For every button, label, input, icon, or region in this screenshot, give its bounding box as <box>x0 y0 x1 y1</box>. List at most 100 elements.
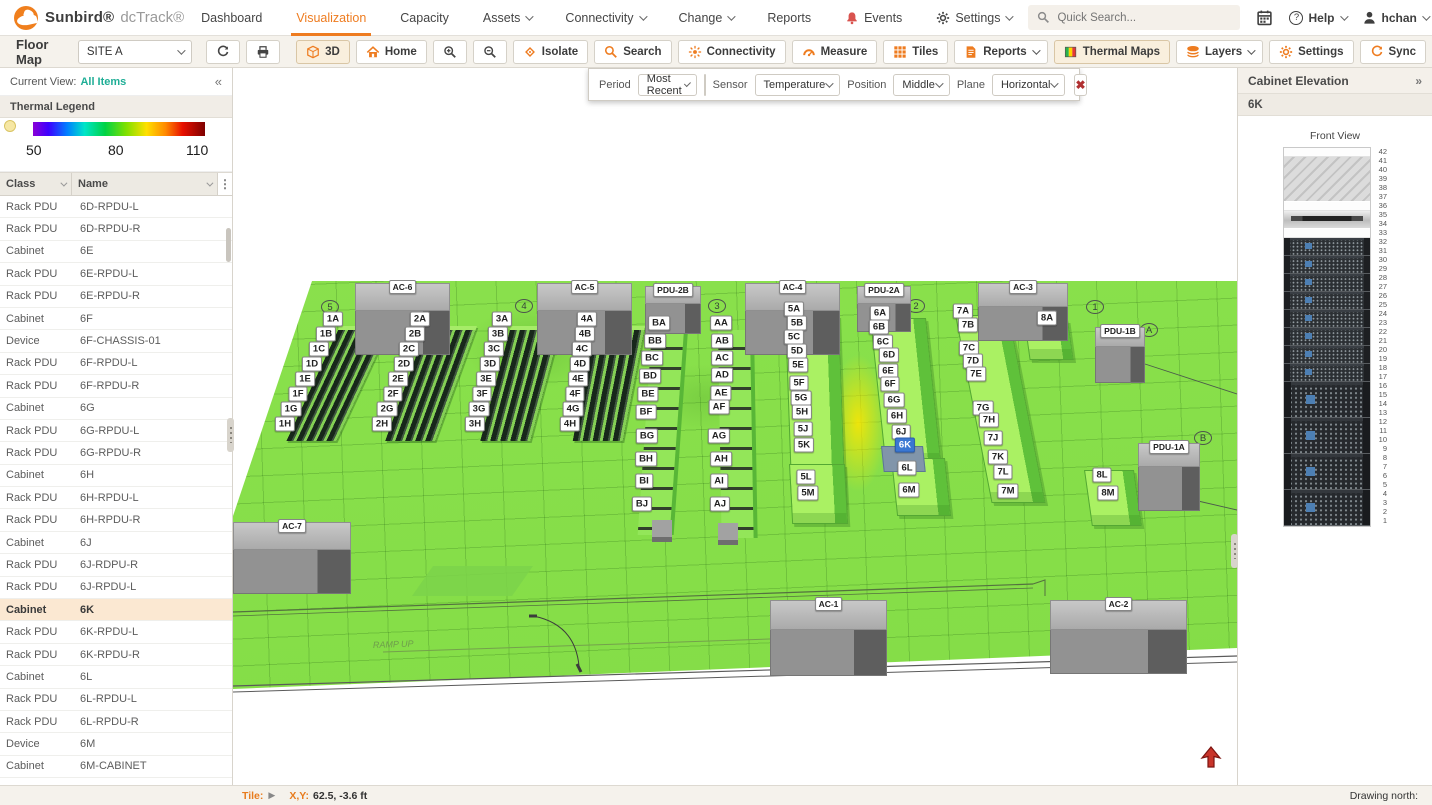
thermal-maps-button[interactable]: Thermal Maps <box>1054 40 1170 64</box>
home-button[interactable]: Home <box>356 40 427 64</box>
collapse-panel-icon[interactable]: » <box>1415 74 1422 88</box>
cabinet-label-6A[interactable]: 6A <box>870 306 890 321</box>
table-row-6G[interactable]: Cabinet6G <box>0 398 232 420</box>
cabinet-label-3H[interactable]: 3H <box>465 417 485 432</box>
refresh-button[interactable] <box>206 40 240 64</box>
cabinet-label-6F[interactable]: 6F <box>880 377 899 392</box>
search-button[interactable]: Search <box>594 40 671 64</box>
cabinet-label-3E[interactable]: 3E <box>476 372 496 387</box>
cabinet-label-3G[interactable]: 3G <box>469 402 490 417</box>
cabinet-label-2A[interactable]: 2A <box>410 312 430 327</box>
table-row-6K-RPDU-L[interactable]: Rack PDU6K-RPDU-L <box>0 621 232 643</box>
cabinet-label-1G[interactable]: 1G <box>281 402 302 417</box>
cabinet-label-7A[interactable]: 7A <box>953 304 973 319</box>
cabinet-label-AJ[interactable]: AJ <box>710 497 730 512</box>
quick-search[interactable] <box>1028 5 1240 30</box>
cabinet-label-7L[interactable]: 7L <box>993 465 1012 480</box>
zoom-in-button[interactable] <box>433 40 467 64</box>
cabinet-label-2C[interactable]: 2C <box>399 342 419 357</box>
table-row-6H-RPDU-L[interactable]: Rack PDU6H-RPDU-L <box>0 487 232 509</box>
table-row-6M[interactable]: Device6M <box>0 733 232 755</box>
nav-item-change[interactable]: Change <box>662 0 751 36</box>
table-row-6F[interactable]: Cabinet6F <box>0 308 232 330</box>
cabinet-label-6L[interactable]: 6L <box>897 461 916 476</box>
cabinet-label-6K[interactable]: 6K <box>895 438 915 453</box>
cabinet-label-1F[interactable]: 1F <box>288 387 307 402</box>
table-row-6L[interactable]: Cabinet6L <box>0 666 232 688</box>
cabinet-label-8L[interactable]: 8L <box>1092 468 1111 483</box>
rack-row[interactable] <box>652 520 672 542</box>
tiles-button[interactable]: Tiles <box>883 40 948 64</box>
connectivity-button[interactable]: Connectivity <box>678 40 786 64</box>
cabinet-label-7H[interactable]: 7H <box>979 413 999 428</box>
column-header-name[interactable]: Name <box>72 173 217 195</box>
isolate-button[interactable]: Isolate <box>513 40 588 64</box>
cabinet-label-5C[interactable]: 5C <box>784 330 804 345</box>
cabinet-label-5H[interactable]: 5H <box>792 405 812 420</box>
reports-button[interactable]: Reports <box>954 40 1047 64</box>
cabinet-label-7E[interactable]: 7E <box>966 367 986 382</box>
cabinet-label-3B[interactable]: 3B <box>488 327 508 342</box>
cabinet-label-5A[interactable]: 5A <box>784 302 804 317</box>
cabinet-label-8A[interactable]: 8A <box>1037 311 1057 326</box>
cabinet-label-4C[interactable]: 4C <box>572 342 592 357</box>
calendar-icon[interactable] <box>1256 9 1273 26</box>
rack-row[interactable] <box>718 523 738 545</box>
table-row-6D-RPDU-R[interactable]: Rack PDU6D-RPDU-R <box>0 218 232 240</box>
table-row-6E[interactable]: Cabinet6E <box>0 241 232 263</box>
panel-resize-handle[interactable] <box>1231 534 1238 568</box>
cabinet-label-1B[interactable]: 1B <box>316 327 336 342</box>
nav-item-capacity[interactable]: Capacity <box>383 0 466 36</box>
cabinet-label-1C[interactable]: 1C <box>309 342 329 357</box>
layers-button[interactable]: Layers <box>1176 40 1263 64</box>
cabinet-label-5F[interactable]: 5F <box>789 376 808 391</box>
refresh-thermal-button[interactable] <box>704 74 706 96</box>
cabinet-label-AD[interactable]: AD <box>711 368 733 383</box>
table-row-6L-RPDU-R[interactable]: Rack PDU6L-RPDU-R <box>0 711 232 733</box>
cabinet-label-2G[interactable]: 2G <box>377 402 398 417</box>
cabinet-label-2E[interactable]: 2E <box>388 372 408 387</box>
settings-button[interactable]: Settings <box>1269 40 1353 64</box>
cabinet-label-AA[interactable]: AA <box>710 316 732 331</box>
cabinet-label-5L[interactable]: 5L <box>796 470 815 485</box>
cabinet-label-1H[interactable]: 1H <box>275 417 295 432</box>
cabinet-label-BC[interactable]: BC <box>641 351 663 366</box>
collapse-sidebar-icon[interactable]: « <box>215 74 222 89</box>
table-row-6F-RPDU-R[interactable]: Rack PDU6F-RPDU-R <box>0 375 232 397</box>
cabinet-label-2B[interactable]: 2B <box>405 327 425 342</box>
cabinet-label-BH[interactable]: BH <box>635 452 657 467</box>
user-menu[interactable]: hchan <box>1362 10 1428 25</box>
nav-item-assets[interactable]: Assets <box>466 0 549 36</box>
zoom-out-button[interactable] <box>473 40 507 64</box>
ac-unit-PDU-1B[interactable]: PDU-1B <box>1095 327 1145 383</box>
nav-item-events[interactable]: Events <box>828 0 919 36</box>
nav-item-visualization[interactable]: Visualization <box>279 0 383 36</box>
cabinet-label-7J[interactable]: 7J <box>984 431 1003 446</box>
table-row-6E-RPDU-R[interactable]: Rack PDU6E-RPDU-R <box>0 286 232 308</box>
plane-select[interactable]: Horizontal <box>992 74 1066 96</box>
cabinet-label-3C[interactable]: 3C <box>484 342 504 357</box>
table-row-6J[interactable]: Cabinet6J <box>0 532 232 554</box>
cabinet-label-5G[interactable]: 5G <box>791 391 812 406</box>
table-row-6D-RPDU-L[interactable]: Rack PDU6D-RPDU-L <box>0 196 232 218</box>
cabinet-label-5E[interactable]: 5E <box>788 358 808 373</box>
table-row-6K-RPDU-R[interactable]: Rack PDU6K-RPDU-R <box>0 644 232 666</box>
cabinet-label-4B[interactable]: 4B <box>575 327 595 342</box>
cabinet-label-5K[interactable]: 5K <box>794 438 814 453</box>
cabinet-label-6G[interactable]: 6G <box>884 393 905 408</box>
site-select[interactable]: SITE A <box>78 40 192 64</box>
nav-item-dashboard[interactable]: Dashboard <box>184 0 279 36</box>
floor-map-3d-view[interactable]: RAMP UP AC-6AC-5PDU-2BAC-4PDU-2AAC-3PDU-… <box>233 68 1237 785</box>
cabinet-label-BJ[interactable]: BJ <box>632 497 652 512</box>
cabinet-label-AE[interactable]: AE <box>710 386 731 401</box>
cabinet-label-7M[interactable]: 7M <box>997 484 1018 499</box>
ac-unit-PDU-1A[interactable]: PDU-1A <box>1138 443 1200 511</box>
cabinet-label-AI[interactable]: AI <box>710 474 728 489</box>
cabinet-label-7K[interactable]: 7K <box>988 450 1008 465</box>
cabinet-label-5D[interactable]: 5D <box>787 344 807 359</box>
cabinet-label-5J[interactable]: 5J <box>794 422 813 437</box>
cabinet-label-3D[interactable]: 3D <box>480 357 500 372</box>
nav-item-reports[interactable]: Reports <box>750 0 828 36</box>
cabinet-label-2H[interactable]: 2H <box>372 417 392 432</box>
cabinet-label-BE[interactable]: BE <box>637 387 658 402</box>
